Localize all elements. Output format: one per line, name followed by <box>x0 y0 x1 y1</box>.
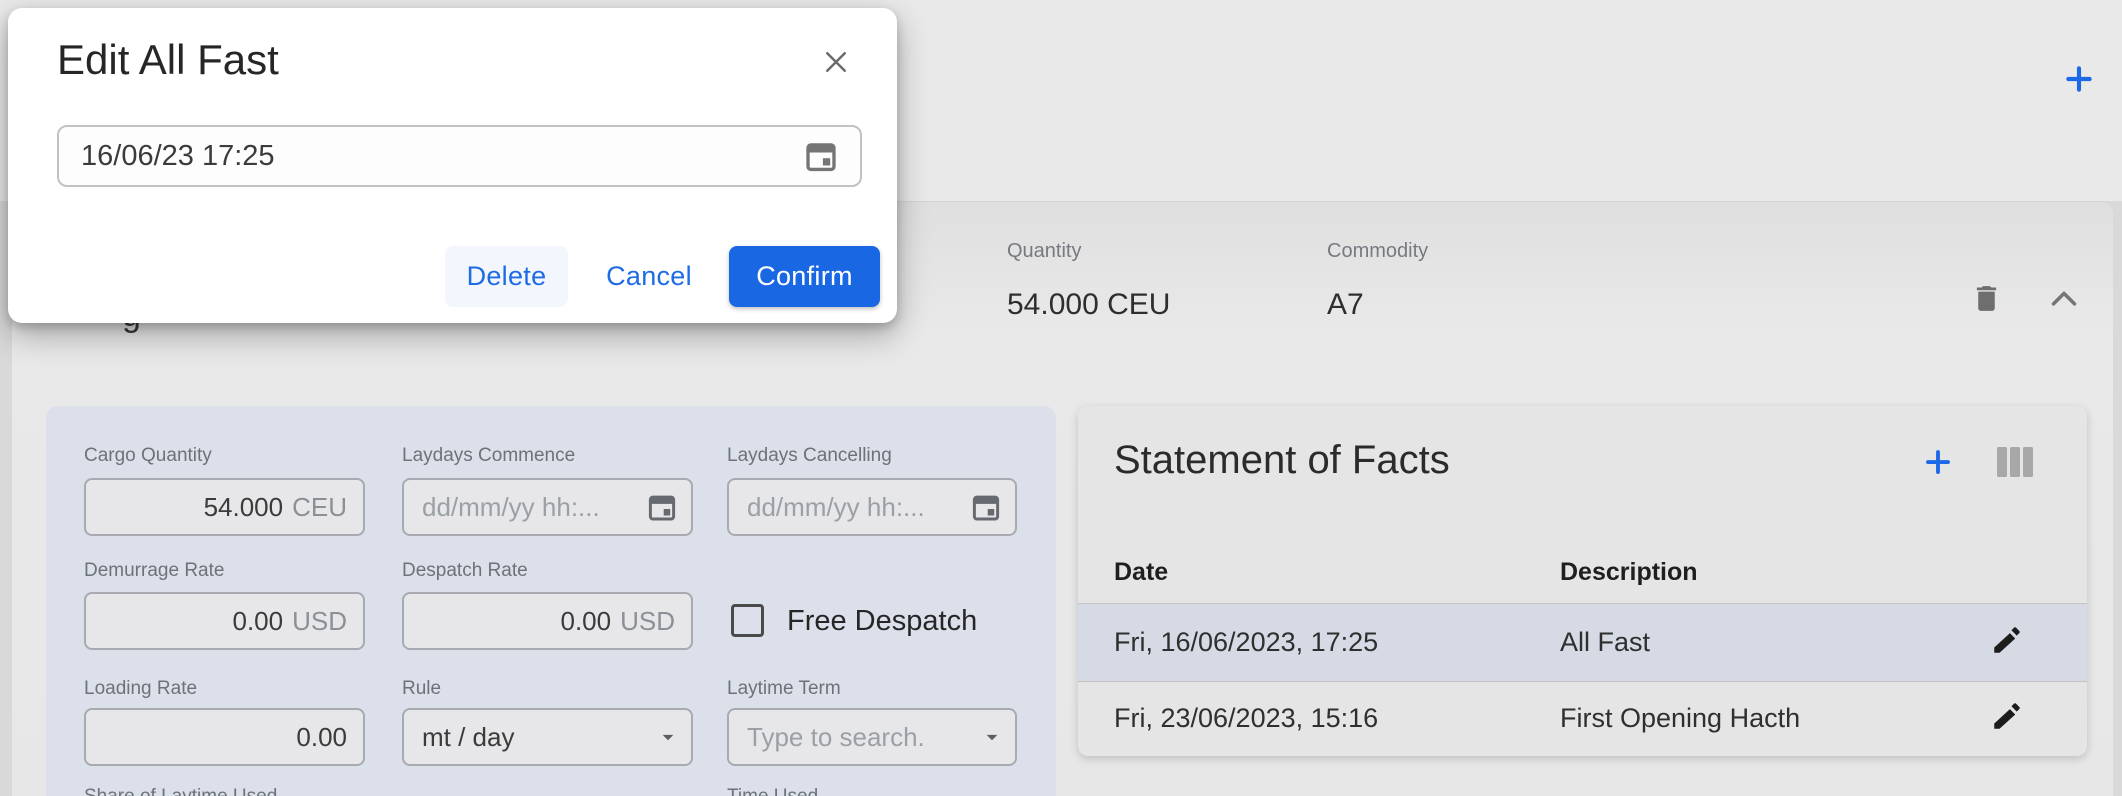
loading-rate-input[interactable]: 0.00 <box>84 708 365 766</box>
delete-cargo-button[interactable] <box>1963 275 2009 321</box>
close-icon <box>821 47 851 77</box>
calendar-icon[interactable] <box>645 490 679 524</box>
sof-edit-row-button[interactable] <box>1984 617 2030 663</box>
calendar-icon[interactable] <box>969 490 1003 524</box>
loading-rate-value: 0.00 <box>296 722 347 753</box>
laydays-cancelling-input[interactable]: dd/mm/yy hh:... <box>727 478 1017 536</box>
trash-icon <box>1970 282 2003 315</box>
delete-button[interactable]: Delete <box>445 246 568 307</box>
laytime-term-select[interactable]: Type to search. <box>727 708 1017 766</box>
cancel-button[interactable]: Cancel <box>606 246 692 307</box>
rule-label: Rule <box>402 678 441 700</box>
despatch-rate-input[interactable]: 0.00 USD <box>402 592 693 650</box>
cargo-quantity-input[interactable]: 54.000 CEU <box>84 478 365 536</box>
datetime-value: 16/06/23 17:25 <box>81 140 802 173</box>
commodity-label: Commodity <box>1327 240 1428 263</box>
laydays-commence-placeholder: dd/mm/yy hh:... <box>422 492 645 523</box>
laytime-term-label: Laytime Term <box>727 678 841 700</box>
sof-row-description: First Opening Hacth <box>1560 703 1800 734</box>
plus-icon <box>2063 63 2095 95</box>
cargo-quantity-label: Cargo Quantity <box>84 445 212 467</box>
sof-column-description: Description <box>1560 558 1698 587</box>
dropdown-caret-icon <box>655 724 681 750</box>
despatch-rate-unit: USD <box>620 606 675 637</box>
despatch-rate-label: Despatch Rate <box>402 560 528 582</box>
dropdown-caret-icon <box>979 724 1005 750</box>
sof-row-description: All Fast <box>1560 627 1650 658</box>
demurrage-rate-unit: USD <box>292 606 347 637</box>
rule-value: mt / day <box>422 722 655 753</box>
despatch-rate-value: 0.00 <box>560 606 611 637</box>
laydays-cancelling-label: Laydays Cancelling <box>727 445 892 467</box>
confirm-button[interactable]: Confirm <box>729 246 880 307</box>
cargo-quantity-value: 54.000 <box>204 492 284 523</box>
close-button[interactable] <box>812 38 860 86</box>
commodity-value: A7 <box>1327 288 1364 322</box>
free-despatch-checkbox[interactable] <box>731 604 764 637</box>
demurrage-rate-label: Demurrage Rate <box>84 560 224 582</box>
columns-icon <box>1997 446 2033 478</box>
chevron-up-icon <box>2050 289 2078 307</box>
laydays-commence-label: Laydays Commence <box>402 445 575 467</box>
sof-row-divider <box>1078 681 2087 682</box>
datetime-input[interactable]: 16/06/23 17:25 <box>57 125 862 187</box>
laydays-commence-input[interactable]: dd/mm/yy hh:... <box>402 478 693 536</box>
free-despatch-label: Free Despatch <box>787 605 977 638</box>
quantity-value: 54.000 CEU <box>1007 288 1170 322</box>
demurrage-rate-input[interactable]: 0.00 USD <box>84 592 365 650</box>
quantity-label: Quantity <box>1007 240 1081 263</box>
pencil-icon <box>1990 623 2024 657</box>
add-button[interactable] <box>2057 57 2101 101</box>
loading-rate-label: Loading Rate <box>84 678 197 700</box>
cargo-quantity-unit: CEU <box>292 492 347 523</box>
statement-of-facts-title: Statement of Facts <box>1114 438 1450 483</box>
time-used-label: Time Used <box>727 786 818 796</box>
share-of-laytime-used-label: Share of Laytime Used <box>84 786 277 796</box>
sof-header-divider <box>1078 603 2087 604</box>
sof-row-date: Fri, 23/06/2023, 15:16 <box>1114 703 1378 734</box>
sof-edit-row-button[interactable] <box>1984 693 2030 739</box>
sof-columns-button[interactable] <box>1993 440 2037 484</box>
pencil-icon <box>1990 699 2024 733</box>
rule-select[interactable]: mt / day <box>402 708 693 766</box>
demurrage-rate-value: 0.00 <box>232 606 283 637</box>
sof-add-button[interactable] <box>1916 440 1960 484</box>
sof-column-date: Date <box>1114 558 1168 587</box>
calendar-icon[interactable] <box>802 137 840 175</box>
dialog-title: Edit All Fast <box>57 36 279 84</box>
page: g Quantity 54.000 CEU Commodity A7 Cargo… <box>0 0 2122 796</box>
plus-icon <box>1923 447 1953 477</box>
sof-row-date: Fri, 16/06/2023, 17:25 <box>1114 627 1378 658</box>
collapse-cargo-button[interactable] <box>2041 277 2087 319</box>
laytime-term-placeholder: Type to search. <box>747 722 979 753</box>
laydays-cancelling-placeholder: dd/mm/yy hh:... <box>747 492 969 523</box>
